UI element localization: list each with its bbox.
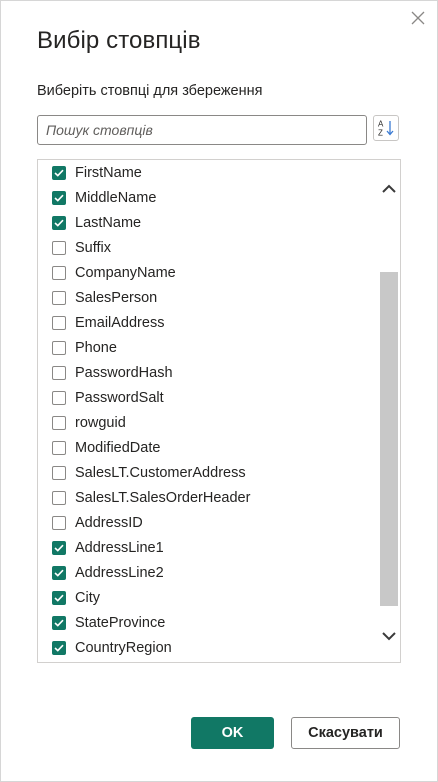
- checkmark-icon: [54, 219, 64, 227]
- chevron-up-icon: [382, 184, 396, 193]
- checkmark-icon: [54, 569, 64, 578]
- scroll-down-button[interactable]: [379, 626, 399, 646]
- column-checkbox[interactable]: [52, 416, 66, 430]
- search-columns-input[interactable]: [37, 115, 367, 145]
- column-row[interactable]: AddressLine1: [38, 536, 378, 561]
- column-row[interactable]: AddressID: [38, 511, 378, 536]
- column-label: CompanyName: [75, 264, 176, 281]
- checkmark-icon: [54, 194, 64, 202]
- column-checkbox[interactable]: [52, 616, 66, 631]
- column-label: CountryRegion: [75, 640, 172, 657]
- column-row[interactable]: SalesLT.CustomerAddress: [38, 461, 378, 486]
- svg-text:A: A: [378, 120, 384, 129]
- column-row[interactable]: PasswordSalt: [38, 385, 378, 410]
- column-checkbox[interactable]: [52, 165, 66, 180]
- column-row[interactable]: SalesPerson: [38, 285, 378, 310]
- close-button[interactable]: [406, 6, 430, 30]
- vertical-scrollbar[interactable]: [379, 160, 399, 662]
- column-checkbox[interactable]: [52, 390, 66, 405]
- column-label: SalesPerson: [75, 289, 158, 306]
- column-label: AddressID: [75, 515, 143, 532]
- column-row[interactable]: Phone: [38, 335, 378, 360]
- column-row[interactable]: Suffix: [38, 235, 378, 260]
- column-label: AddressLine2: [75, 565, 164, 582]
- column-row[interactable]: rowguid: [38, 411, 378, 436]
- dialog-subtitle: Виберіть стовпці для збереження: [37, 83, 263, 99]
- checkmark-icon: [54, 620, 64, 628]
- scroll-up-button[interactable]: [379, 178, 399, 198]
- checkmark-icon: [54, 544, 64, 552]
- column-checkbox[interactable]: [52, 516, 66, 531]
- column-checkbox[interactable]: [52, 541, 66, 556]
- column-checkbox[interactable]: [52, 190, 66, 205]
- column-checkbox[interactable]: [52, 491, 66, 506]
- column-row[interactable]: MiddleName: [38, 185, 378, 210]
- column-row[interactable]: StateProvince: [38, 611, 378, 636]
- column-label: ModifiedDate: [75, 440, 161, 457]
- column-label: Phone: [75, 339, 117, 356]
- column-checkbox[interactable]: [52, 265, 66, 280]
- svg-text:Z: Z: [378, 129, 383, 138]
- column-checkbox[interactable]: [52, 566, 66, 581]
- column-label: PasswordSalt: [75, 389, 164, 406]
- dialog-title: Вибір стовпців: [37, 27, 201, 54]
- checkmark-icon: [54, 594, 64, 603]
- column-row[interactable]: EmailAddress: [38, 310, 378, 335]
- column-row[interactable]: AddressLine2: [38, 561, 378, 586]
- column-label: SalesLT.CustomerAddress: [75, 465, 246, 482]
- close-icon: [411, 11, 425, 25]
- column-label: City: [75, 590, 100, 607]
- column-label: AddressLine1: [75, 540, 164, 557]
- column-checkbox[interactable]: [52, 365, 66, 380]
- column-label: Suffix: [75, 239, 112, 256]
- column-checkbox[interactable]: [52, 290, 66, 305]
- ok-button[interactable]: OK: [191, 717, 274, 749]
- columns-list-box: FirstName MiddleName LastName Suffix Company…: [37, 159, 401, 663]
- column-checkbox[interactable]: [52, 466, 66, 481]
- sort-az-icon: A Z: [378, 120, 394, 138]
- column-row[interactable]: CompanyName: [38, 260, 378, 285]
- column-label: EmailAddress: [75, 314, 165, 331]
- column-row[interactable]: LastName: [38, 210, 378, 235]
- column-label: rowguid: [75, 415, 126, 431]
- column-label: FirstName: [75, 164, 142, 181]
- column-row[interactable]: ModifiedDate: [38, 436, 378, 461]
- column-row[interactable]: FirstName: [38, 160, 378, 185]
- choose-columns-dialog: Вибір стовпців Виберіть стовпці для збер…: [0, 0, 438, 782]
- column-row[interactable]: CountryRegion: [38, 636, 378, 661]
- scrollbar-thumb[interactable]: [380, 272, 398, 606]
- column-label: MiddleName: [75, 189, 157, 206]
- column-label: LastName: [75, 214, 142, 231]
- column-row[interactable]: PasswordHash: [38, 360, 378, 385]
- column-label: StateProvince: [75, 615, 166, 632]
- column-checkbox[interactable]: [52, 641, 66, 656]
- checkmark-icon: [54, 169, 64, 177]
- column-checkbox[interactable]: [52, 215, 66, 230]
- column-checkbox[interactable]: [52, 441, 66, 456]
- column-checkbox[interactable]: [52, 591, 66, 606]
- column-checkbox[interactable]: [52, 315, 66, 330]
- column-label: SalesLT.SalesOrderHeader: [75, 490, 251, 507]
- column-label: PasswordHash: [75, 364, 173, 381]
- column-row[interactable]: City: [38, 586, 378, 611]
- sort-az-button[interactable]: A Z: [373, 115, 399, 141]
- checkmark-icon: [54, 645, 64, 653]
- column-checkbox[interactable]: [52, 340, 66, 355]
- column-row[interactable]: SalesLT.SalesOrderHeader: [38, 486, 378, 511]
- chevron-down-icon: [382, 631, 396, 640]
- cancel-button[interactable]: Скасувати: [291, 717, 400, 749]
- column-checkbox[interactable]: [52, 240, 66, 255]
